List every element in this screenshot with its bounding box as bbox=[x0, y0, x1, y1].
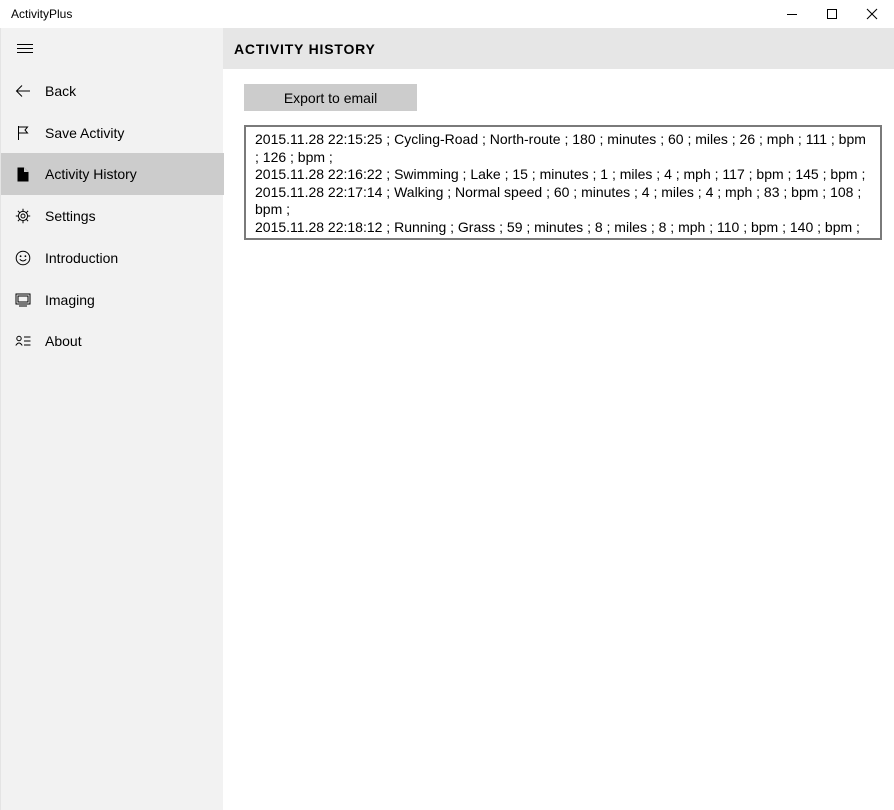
monitor-icon bbox=[1, 279, 45, 321]
nav-item-imaging[interactable]: Imaging bbox=[1, 279, 224, 321]
maximize-icon bbox=[827, 9, 837, 19]
nav-item-settings[interactable]: Settings bbox=[1, 195, 224, 237]
nav-label-settings: Settings bbox=[45, 208, 96, 224]
page-title: ACTIVITY HISTORY bbox=[234, 41, 376, 57]
nav-item-introduction[interactable]: Introduction bbox=[1, 237, 224, 279]
contact-list-icon bbox=[1, 320, 45, 362]
activity-history-textbox[interactable]: 2015.11.28 22:15:25 ; Cycling-Road ; Nor… bbox=[244, 125, 882, 240]
smiley-icon bbox=[1, 237, 45, 279]
nav-item-save-activity[interactable]: Save Activity bbox=[1, 112, 224, 154]
nav-item-back[interactable]: Back bbox=[1, 70, 224, 112]
navigation-pane: Back Save Activity Activity History Sett… bbox=[0, 28, 224, 810]
app-title: ActivityPlus bbox=[11, 7, 73, 21]
history-entry: 2015.11.28 22:17:14 ; Walking ; Normal s… bbox=[255, 183, 862, 218]
title-bar: ActivityPlus bbox=[0, 0, 894, 28]
history-entry: 2015.11.28 22:16:22 ; Swimming ; Lake ; … bbox=[255, 166, 866, 182]
minimize-button[interactable] bbox=[772, 0, 812, 28]
nav-label-imaging: Imaging bbox=[45, 292, 95, 308]
nav-item-about[interactable]: About bbox=[1, 320, 224, 362]
close-button[interactable] bbox=[852, 0, 892, 28]
hamburger-icon bbox=[17, 44, 33, 53]
nav-item-activity-history[interactable]: Activity History bbox=[1, 153, 224, 195]
nav-label-save-activity: Save Activity bbox=[45, 125, 125, 141]
nav-label-about: About bbox=[45, 333, 82, 349]
hamburger-menu-button[interactable] bbox=[1, 28, 49, 70]
page-header: ACTIVITY HISTORY bbox=[223, 28, 894, 69]
minimize-icon bbox=[787, 14, 797, 15]
history-entry: 2015.11.28 22:18:12 ; Running ; Grass ; … bbox=[255, 218, 860, 235]
gear-icon bbox=[1, 195, 45, 237]
maximize-button[interactable] bbox=[812, 0, 852, 28]
back-arrow-icon bbox=[1, 70, 45, 112]
close-icon bbox=[866, 8, 878, 20]
document-icon bbox=[1, 153, 45, 195]
nav-label-activity-history: Activity History bbox=[45, 166, 137, 182]
export-to-email-button[interactable]: Export to email bbox=[244, 84, 417, 111]
history-entry: 2015.11.28 22:15:25 ; Cycling-Road ; Nor… bbox=[255, 131, 866, 165]
flag-icon bbox=[1, 112, 45, 154]
nav-label-back: Back bbox=[45, 83, 77, 99]
nav-label-introduction: Introduction bbox=[45, 250, 119, 266]
